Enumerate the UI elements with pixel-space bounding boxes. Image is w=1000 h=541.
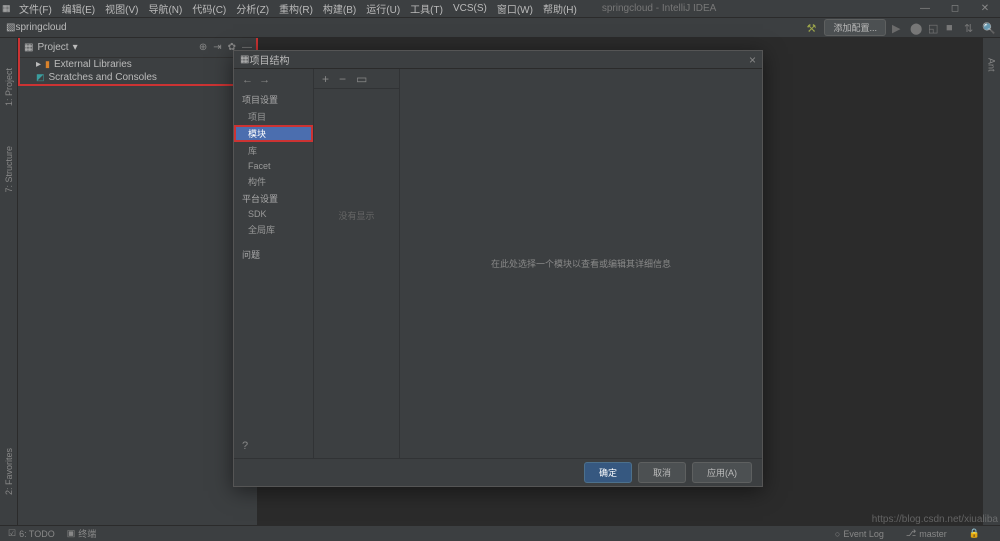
remove-icon[interactable]: − — [339, 72, 346, 86]
project-view-selector[interactable]: ▦ Project ▾ — [24, 42, 78, 53]
breadcrumb[interactable]: springcloud — [15, 22, 66, 33]
nav-item-global-libs[interactable]: 全局库 — [234, 221, 313, 238]
library-icon: ▮ — [45, 59, 50, 70]
menu-refactor[interactable]: 重构(R) — [274, 1, 318, 16]
search-icon[interactable]: 🔍 — [982, 22, 994, 34]
toolbar: ▧ springcloud ⚒ 添加配置... ▶ ⬤ ◱ ■ ⇅ 🔍 — [0, 18, 1000, 38]
status-bar: ☑ 6: TODO ▣ 终端 ○ Event Log ⎇ master 🔒 — [0, 525, 1000, 541]
tree-item-external-libraries[interactable]: ▸ ▮ External Libraries — [20, 58, 256, 71]
nav-item-project[interactable]: 项目 — [234, 108, 313, 125]
project-panel-header: ▦ Project ▾ ⊕ ⇥ ✿ — — [20, 38, 256, 58]
menu-view[interactable]: 视图(V) — [100, 1, 143, 16]
back-button[interactable]: ← → — [234, 69, 313, 91]
menu-navigate[interactable]: 导航(N) — [143, 1, 187, 16]
dialog-close-icon[interactable]: × — [749, 53, 756, 67]
project-panel: ▦ Project ▾ ⊕ ⇥ ✿ — ▸ ▮ External Librari… — [18, 38, 258, 86]
nav-item-sdk[interactable]: SDK — [234, 207, 313, 221]
menu-file[interactable]: 文件(F) — [14, 1, 57, 16]
menu-analyze[interactable]: 分析(Z) — [231, 1, 274, 16]
menu-run[interactable]: 运行(U) — [361, 1, 405, 16]
coverage-icon[interactable]: ◱ — [928, 22, 940, 34]
tree-label: Scratches and Consoles — [49, 72, 157, 83]
menu-edit[interactable]: 编辑(E) — [57, 1, 100, 16]
run-config-button[interactable]: 添加配置... — [824, 19, 886, 36]
ide-logo-icon: ▦ — [2, 3, 14, 15]
menu-tools[interactable]: 工具(T) — [405, 1, 448, 16]
dialog-body: ← → 项目设置 项目 模块 库 Facet 构件 平台设置 SDK 全局库 问… — [234, 69, 762, 458]
detail-placeholder: 在此处选择一个模块以查看或编辑其详细信息 — [491, 257, 671, 270]
status-git-branch[interactable]: ⎇ master — [906, 528, 947, 539]
menu-window[interactable]: 窗口(W) — [492, 1, 538, 16]
target-icon[interactable]: ⊕ — [199, 42, 207, 53]
add-icon[interactable]: + — [322, 72, 329, 86]
left-tool-strip: 1: Project 7: Structure 2: Favorites — [0, 38, 18, 525]
nav-item-libraries[interactable]: 库 — [234, 142, 313, 159]
right-tab-ant[interactable]: Ant — [987, 58, 997, 72]
nav-section-problems[interactable]: 问题 — [234, 246, 313, 263]
nav-section-project: 项目设置 — [234, 91, 313, 108]
tree-item-scratches[interactable]: ◩ Scratches and Consoles — [20, 71, 256, 84]
ok-button[interactable]: 确定 — [584, 462, 632, 483]
vcs-icon[interactable]: ⇅ — [964, 22, 976, 34]
menu-vcs[interactable]: VCS(S) — [448, 3, 492, 14]
project-icon: ▦ — [24, 42, 33, 53]
status-todo[interactable]: ☑ 6: TODO — [8, 528, 55, 539]
dialog-module-list: + − ▭ 没有显示 — [314, 69, 400, 458]
left-tab-project[interactable]: 1: Project — [4, 68, 14, 106]
nav-item-artifacts[interactable]: 构件 — [234, 173, 313, 190]
right-tool-strip: Ant — [982, 38, 1000, 525]
collapse-icon[interactable]: ⇥ — [213, 42, 221, 53]
project-title: Project — [37, 42, 68, 53]
project-structure-dialog: ▦ 项目结构 × ← → 项目设置 项目 模块 库 Facet 构件 平台设置 … — [233, 50, 763, 487]
nav-item-facets[interactable]: Facet — [234, 159, 313, 173]
dialog-nav: ← → 项目设置 项目 模块 库 Facet 构件 平台设置 SDK 全局库 问… — [234, 69, 314, 458]
copy-icon[interactable]: ▭ — [356, 72, 367, 86]
nav-item-modules[interactable]: 模块 — [234, 125, 313, 142]
chevron-right-icon: ▸ — [36, 59, 41, 70]
menu-build[interactable]: 构建(B) — [318, 1, 361, 16]
menu-code[interactable]: 代码(C) — [187, 1, 231, 16]
debug-icon[interactable]: ⬤ — [910, 22, 922, 34]
dialog-icon: ▦ — [240, 54, 249, 65]
status-terminal[interactable]: ▣ 终端 — [67, 527, 97, 540]
left-tab-structure[interactable]: 7: Structure — [4, 146, 14, 193]
close-icon[interactable]: ✕ — [970, 3, 1000, 14]
scratch-icon: ◩ — [36, 72, 45, 83]
menu-help[interactable]: 帮助(H) — [538, 1, 582, 16]
dialog-title-bar: ▦ 项目结构 × — [234, 51, 762, 69]
build-icon[interactable]: ⚒ — [806, 22, 818, 34]
dialog-title: 项目结构 — [249, 52, 289, 67]
watermark: https://blog.csdn.net/xiualiba — [872, 514, 998, 525]
run-icon[interactable]: ▶ — [892, 22, 904, 34]
menu-bar: ▦ 文件(F) 编辑(E) 视图(V) 导航(N) 代码(C) 分析(Z) 重构… — [0, 0, 1000, 18]
stop-icon[interactable]: ■ — [946, 22, 958, 34]
left-tab-favorites[interactable]: 2: Favorites — [4, 448, 14, 495]
window-title: springcloud - IntelliJ IDEA — [602, 3, 717, 14]
project-folder-icon: ▧ — [6, 22, 15, 33]
status-lock-icon[interactable]: 🔒 — [969, 528, 980, 539]
chevron-down-icon: ▾ — [73, 42, 78, 53]
minimize-icon[interactable]: — — [910, 3, 940, 14]
module-list-toolbar: + − ▭ — [314, 69, 399, 89]
apply-button[interactable]: 应用(A) — [692, 462, 752, 483]
dialog-footer: 确定 取消 应用(A) — [234, 458, 762, 486]
nav-section-platform: 平台设置 — [234, 190, 313, 207]
project-panel-empty — [18, 86, 258, 525]
cancel-button[interactable]: 取消 — [638, 462, 686, 483]
dialog-detail-pane: 在此处选择一个模块以查看或编辑其详细信息 — [400, 69, 762, 458]
status-event-log[interactable]: ○ Event Log — [835, 529, 884, 539]
module-list-empty: 没有显示 — [314, 89, 399, 222]
tree-label: External Libraries — [54, 59, 132, 70]
help-icon[interactable]: ? — [234, 434, 313, 458]
maximize-icon[interactable]: ◻ — [940, 3, 970, 14]
